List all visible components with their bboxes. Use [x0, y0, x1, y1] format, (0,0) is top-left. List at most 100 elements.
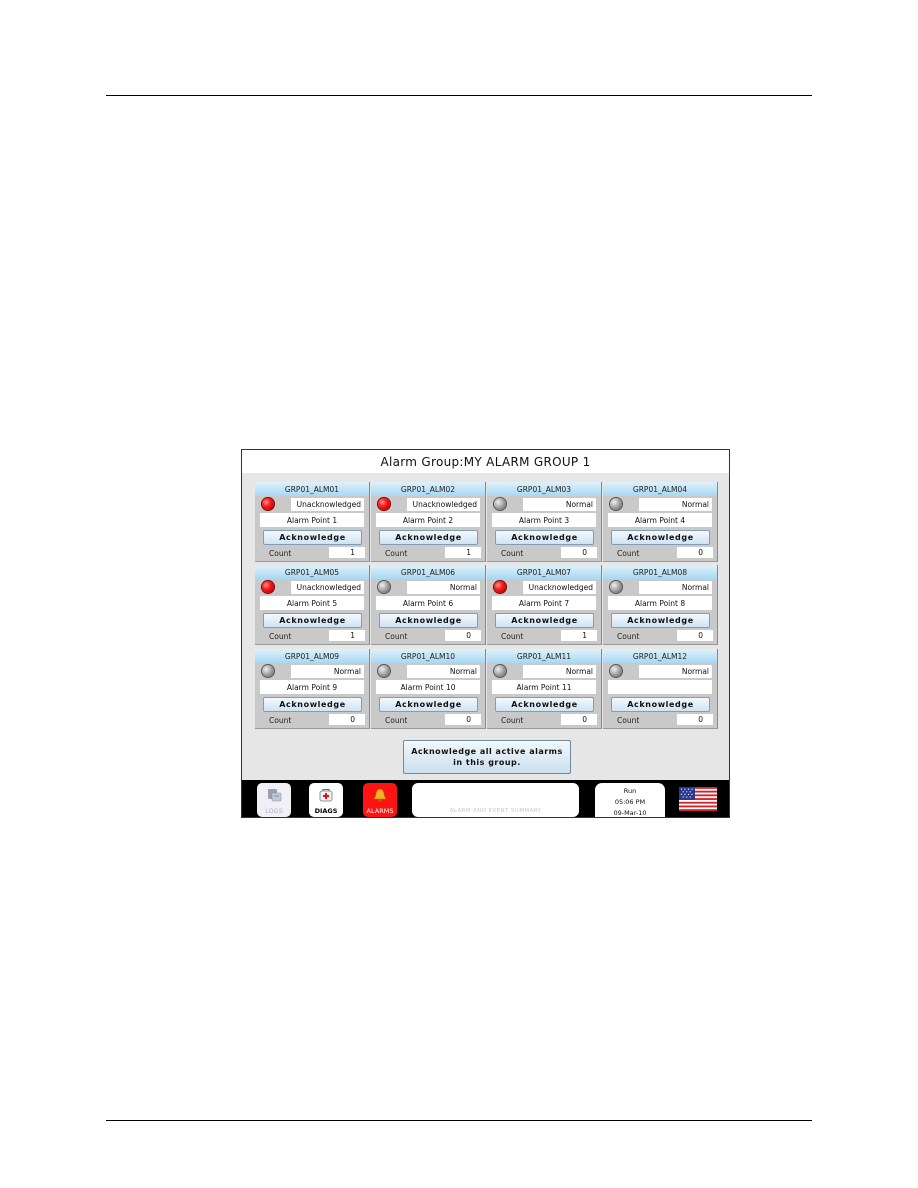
alarm-active-lamp-icon	[262, 498, 274, 510]
alarm-card: GRP01_ALM08 Normal Alarm Point 8 Acknowledg…	[603, 565, 718, 645]
alarm-count: 1	[561, 630, 597, 641]
alarm-point-name	[608, 680, 712, 694]
alarm-point-name: Alarm Point 9	[260, 680, 364, 694]
page-footer-rule	[106, 1120, 812, 1121]
clock-time: 05:06 PM	[614, 798, 646, 806]
alarm-tag: GRP01_ALM07	[487, 565, 601, 579]
acknowledge-button[interactable]: Acknowledge	[379, 530, 478, 545]
screen-title: Alarm Group:MY ALARM GROUP 1	[242, 450, 729, 473]
logs-button[interactable]: LOGS	[257, 783, 291, 817]
acknowledge-button[interactable]: Acknowledge	[495, 530, 594, 545]
alarm-point-name: Alarm Point 3	[492, 513, 596, 527]
alarm-point-name: Alarm Point 2	[376, 513, 480, 527]
count-label: Count	[385, 632, 408, 641]
navigation-bar: LOGS DIAGS ALARMS ALARM AND EVENT SUMMAR…	[242, 780, 729, 817]
diags-label: DIAGS	[314, 807, 338, 815]
acknowledge-button[interactable]: Acknowledge	[379, 697, 478, 712]
acknowledge-button[interactable]: Acknowledge	[495, 697, 594, 712]
alarm-tag: GRP01_ALM08	[603, 565, 717, 579]
alarm-active-lamp-icon	[494, 581, 506, 593]
count-label: Count	[269, 549, 292, 558]
alarm-card: GRP01_ALM01 Unacknowledged Alarm Point 1 Ac…	[255, 482, 370, 562]
alarm-status: Normal	[407, 581, 480, 594]
alarm-status: Unacknowledged	[523, 581, 596, 594]
count-label: Count	[617, 632, 640, 641]
alarm-card: GRP01_ALM12 Normal Acknowledge Count 0	[603, 649, 718, 729]
alarm-tag: GRP01_ALM11	[487, 649, 601, 663]
alarm-normal-lamp-icon	[262, 665, 274, 677]
alarm-count: 0	[445, 714, 481, 725]
alarm-active-lamp-icon	[262, 581, 274, 593]
alarm-tag: GRP01_ALM12	[603, 649, 717, 663]
acknowledge-button[interactable]: Acknowledge	[379, 613, 478, 628]
alarm-count: 0	[445, 630, 481, 641]
alarm-tag: GRP01_ALM01	[255, 482, 369, 496]
acknowledge-button[interactable]: Acknowledge	[263, 530, 362, 545]
run-mode: Run	[623, 787, 637, 795]
acknowledge-button[interactable]: Acknowledge	[263, 697, 362, 712]
alarm-point-name: Alarm Point 10	[376, 680, 480, 694]
acknowledge-all-line2: in this group.	[453, 758, 521, 767]
alarms-label: ALARMS	[366, 807, 394, 815]
alarm-status: Unacknowledged	[407, 498, 480, 511]
medical-kit-icon	[319, 789, 333, 802]
clock-date: 09-Mar-10	[613, 809, 647, 817]
acknowledge-all-line1: Acknowledge all active alarms	[411, 747, 563, 756]
alarm-status: Unacknowledged	[291, 498, 364, 511]
alarm-status: Normal	[407, 665, 480, 678]
alarm-tag: GRP01_ALM03	[487, 482, 601, 496]
alarm-group-screen: Alarm Group:MY ALARM GROUP 1 GRP01_ALM01…	[241, 449, 730, 818]
alarm-status: Normal	[523, 665, 596, 678]
count-label: Count	[617, 716, 640, 725]
alarm-count: 0	[561, 714, 597, 725]
count-label: Count	[501, 632, 524, 641]
alarm-active-lamp-icon	[378, 498, 390, 510]
logs-label: LOGS	[265, 807, 283, 815]
count-label: Count	[385, 716, 408, 725]
alarm-status: Normal	[639, 581, 712, 594]
alarm-tag: GRP01_ALM05	[255, 565, 369, 579]
acknowledge-button[interactable]: Acknowledge	[495, 613, 594, 628]
us-flag-icon[interactable]	[679, 787, 717, 811]
alarm-status: Normal	[639, 665, 712, 678]
alarm-point-name: Alarm Point 5	[260, 596, 364, 610]
alarms-button[interactable]: ALARMS	[363, 783, 397, 817]
alarm-grid: GRP01_ALM01 Unacknowledged Alarm Point 1 Ac…	[255, 482, 720, 730]
alarm-event-summary-button[interactable]: ALARM AND EVENT SUMMARY	[412, 783, 579, 817]
alarm-card: GRP01_ALM05 Unacknowledged Alarm Point 5 Ac…	[255, 565, 370, 645]
acknowledge-button[interactable]: Acknowledge	[611, 530, 710, 545]
alarm-count: 0	[561, 547, 597, 558]
group-name: MY ALARM GROUP 1	[463, 455, 591, 469]
title-prefix: Alarm Group:	[380, 455, 464, 469]
alarm-point-name: Alarm Point 6	[376, 596, 480, 610]
alarm-point-name: Alarm Point 7	[492, 596, 596, 610]
alarm-status: Normal	[523, 498, 596, 511]
alarm-normal-lamp-icon	[610, 665, 622, 677]
alarm-normal-lamp-icon	[378, 581, 390, 593]
alarm-tag: GRP01_ALM09	[255, 649, 369, 663]
alarm-status: Normal	[639, 498, 712, 511]
acknowledge-all-button[interactable]: Acknowledge all active alarms in this gr…	[403, 740, 571, 774]
acknowledge-button[interactable]: Acknowledge	[611, 613, 710, 628]
alarm-point-name: Alarm Point 4	[608, 513, 712, 527]
alarm-card: GRP01_ALM03 Normal Alarm Point 3 Acknowledg…	[487, 482, 602, 562]
diags-button[interactable]: DIAGS	[309, 783, 343, 817]
summary-label: ALARM AND EVENT SUMMARY	[449, 808, 542, 814]
alarm-point-name: Alarm Point 11	[492, 680, 596, 694]
count-label: Count	[501, 549, 524, 558]
alarm-normal-lamp-icon	[610, 498, 622, 510]
acknowledge-button[interactable]: Acknowledge	[611, 697, 710, 712]
count-label: Count	[269, 716, 292, 725]
alarm-point-name: Alarm Point 8	[608, 596, 712, 610]
alarm-normal-lamp-icon	[610, 581, 622, 593]
count-label: Count	[269, 632, 292, 641]
alarm-card: GRP01_ALM04 Normal Alarm Point 4 Acknowledg…	[603, 482, 718, 562]
alarm-count: 1	[329, 630, 365, 641]
alarm-tag: GRP01_ALM04	[603, 482, 717, 496]
alarm-point-name: Alarm Point 1	[260, 513, 364, 527]
alarm-tag: GRP01_ALM10	[371, 649, 485, 663]
alarm-card: GRP01_ALM10 Normal Alarm Point 10 Acknowled…	[371, 649, 486, 729]
acknowledge-button[interactable]: Acknowledge	[263, 613, 362, 628]
alarm-card: GRP01_ALM07 Unacknowledged Alarm Point 7 Ac…	[487, 565, 602, 645]
count-label: Count	[385, 549, 408, 558]
